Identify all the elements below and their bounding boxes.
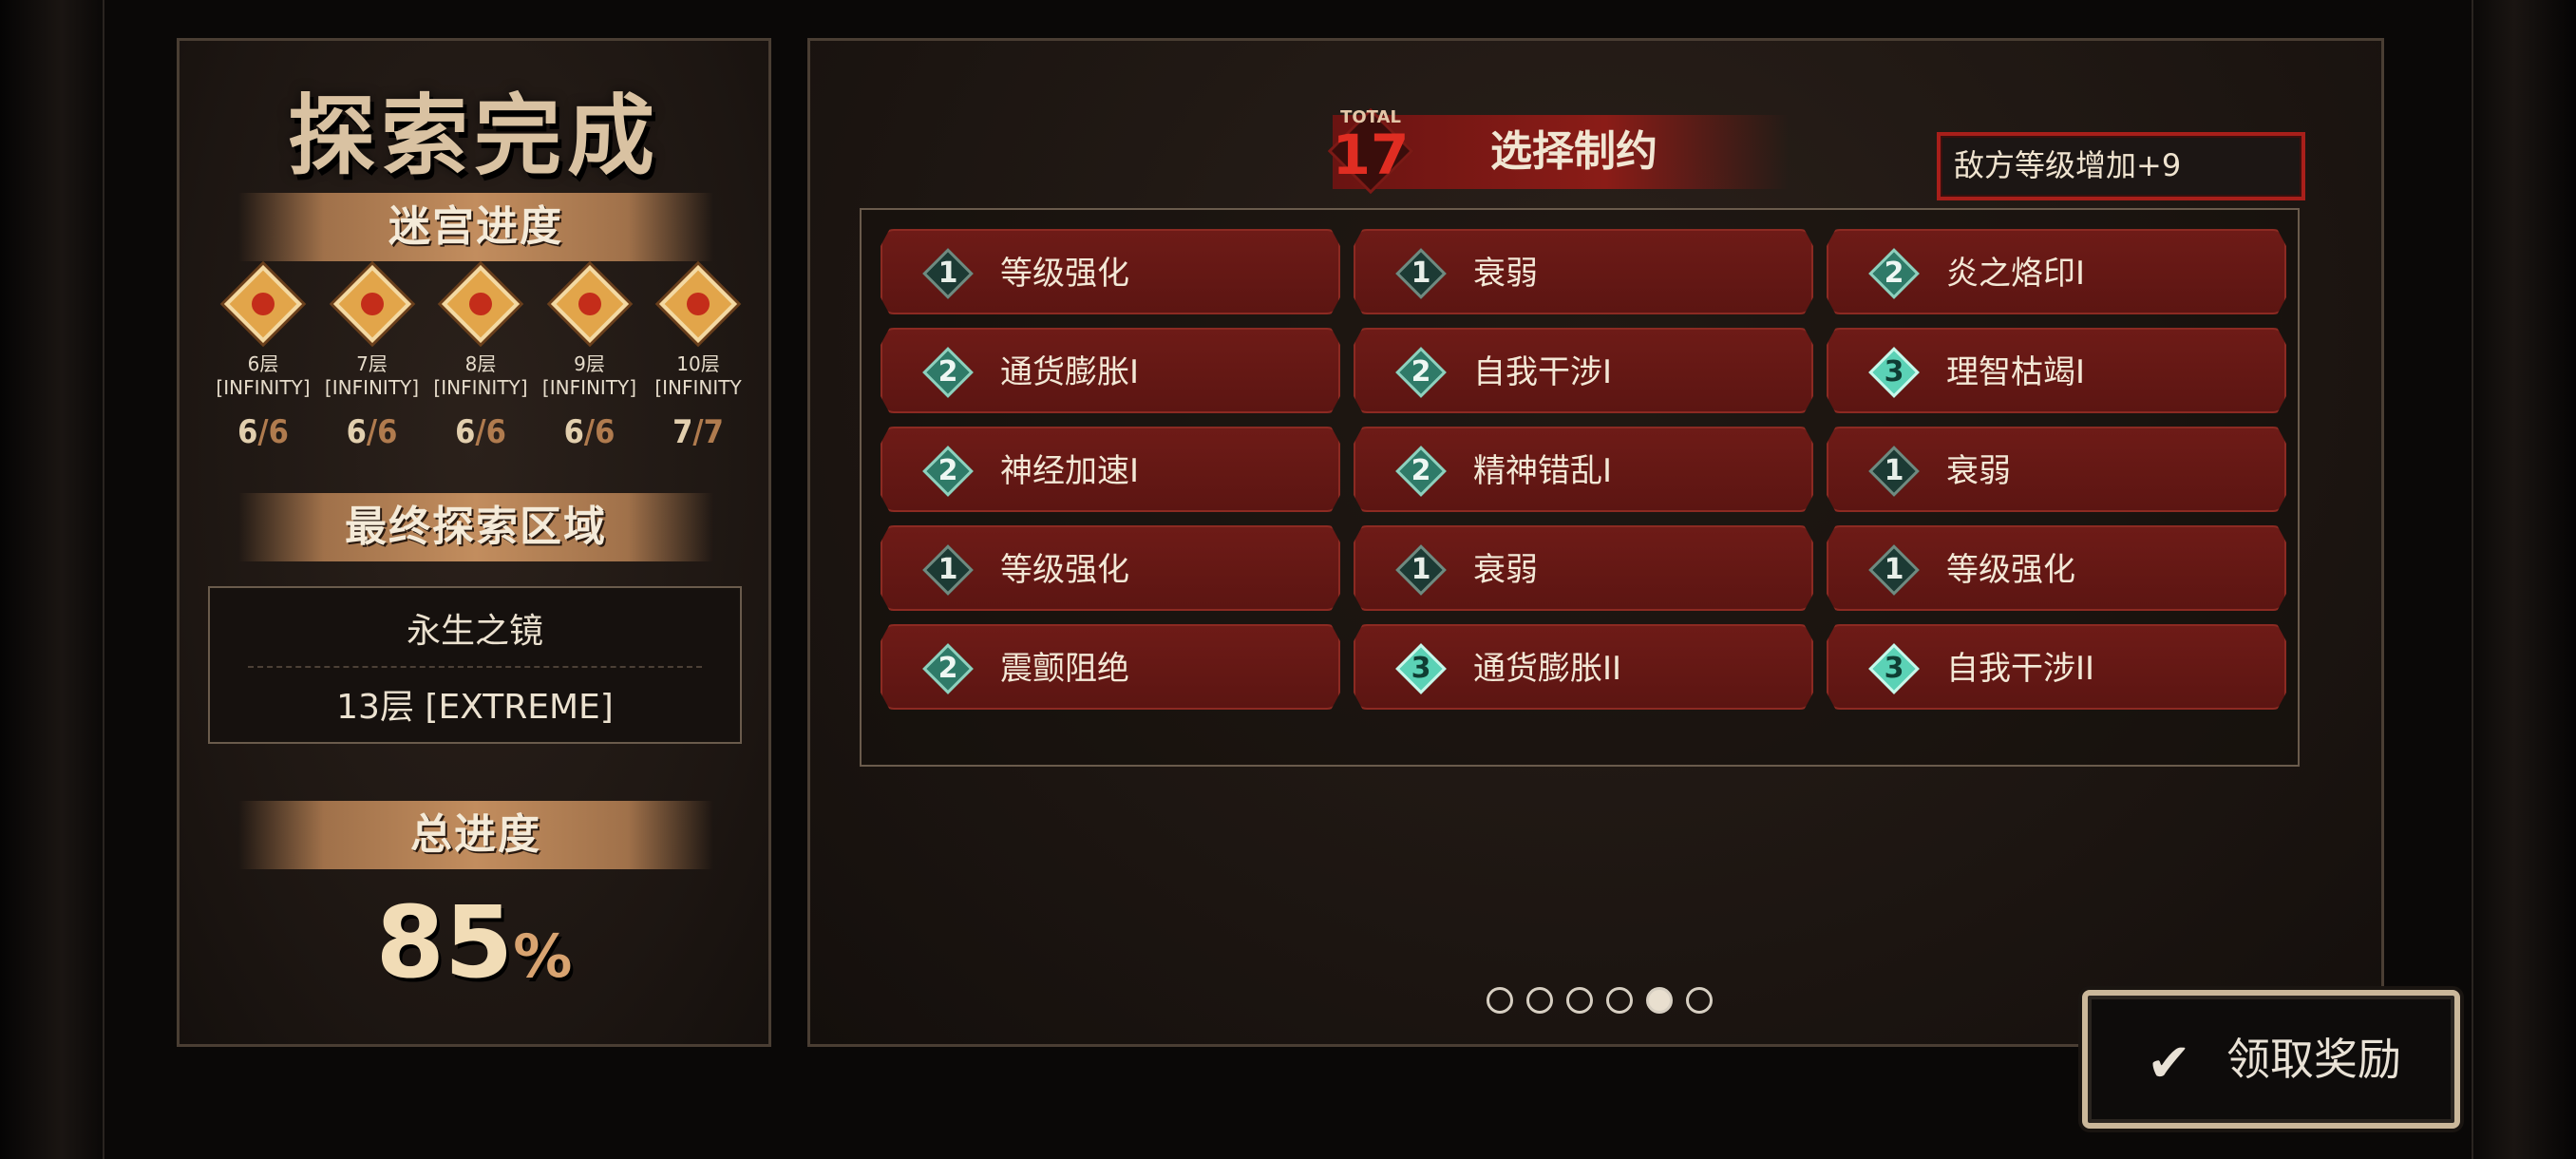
constraint-level-icon: 2 bbox=[922, 446, 974, 497]
constraint-label: 等级强化 bbox=[1000, 551, 1129, 589]
page-dot[interactable] bbox=[1487, 987, 1513, 1014]
floor-difficulty: [INFINITY] bbox=[324, 376, 420, 399]
constraint-level-icon: 1 bbox=[1395, 544, 1447, 596]
claim-reward-button[interactable]: ✔ 领取奖励 bbox=[2082, 990, 2460, 1129]
floor-name: 7层 bbox=[356, 352, 388, 375]
floor-progress-list: 6层 [INFINITY] 6/6 7层 [INFINITY] 6/6 8层 [INF… bbox=[210, 264, 751, 451]
floor-name: 9层 bbox=[574, 352, 605, 375]
constraint-level-icon: 2 bbox=[1395, 347, 1447, 398]
floor-difficulty: [INFINITY] bbox=[216, 376, 311, 399]
floor-medal-icon bbox=[658, 264, 738, 344]
floor-item: 7层 [INFINITY] 6/6 bbox=[319, 264, 426, 451]
page-dot[interactable] bbox=[1566, 987, 1593, 1014]
floor-name: 8层 bbox=[464, 352, 497, 375]
exploration-summary-panel: 探索完成 迷宫进度 6层 [INFINITY] 6/6 7层 [INFINITY] … bbox=[177, 38, 771, 1047]
constraint-label: 自我干涉I bbox=[1473, 353, 1613, 391]
total-value: 17 bbox=[1332, 123, 1410, 187]
total-progress-value: 85% bbox=[375, 884, 573, 1000]
constraint-label: 自我干涉II bbox=[1946, 650, 2095, 688]
constraint-label: 衰弱 bbox=[1946, 452, 2011, 490]
enemy-level-field: 敌方等级增加+9 bbox=[1937, 132, 2305, 200]
divider bbox=[248, 666, 702, 668]
constraint-label: 等级强化 bbox=[1946, 551, 2075, 589]
claim-reward-label: 领取奖励 bbox=[2226, 1034, 2401, 1085]
floor-medal-icon bbox=[223, 264, 303, 344]
constraint-level-icon: 2 bbox=[922, 643, 974, 694]
constraint-card[interactable]: 2 神经加速I bbox=[881, 427, 1340, 512]
constraint-card[interactable]: 3 自我干涉II bbox=[1827, 624, 2286, 710]
constraint-level-icon: 3 bbox=[1868, 347, 1920, 398]
constraint-label: 衰弱 bbox=[1473, 551, 1538, 589]
constraint-level-icon: 3 bbox=[1868, 643, 1920, 694]
constraint-card[interactable]: 1 等级强化 bbox=[881, 525, 1340, 611]
constraint-card[interactable]: 3 通货膨胀II bbox=[1354, 624, 1813, 710]
constraint-level-icon: 1 bbox=[922, 248, 974, 299]
constraint-level-icon: 2 bbox=[1395, 446, 1447, 497]
constraint-card[interactable]: 3 理智枯竭I bbox=[1827, 328, 2286, 413]
constraint-card[interactable]: 2 通货膨胀I bbox=[881, 328, 1340, 413]
floor-medal-icon bbox=[550, 264, 629, 344]
constraint-card[interactable]: 1 衰弱 bbox=[1354, 525, 1813, 611]
floor-score: 6/6 bbox=[455, 413, 506, 451]
constraint-level-icon: 1 bbox=[922, 544, 974, 596]
floor-medal-icon bbox=[332, 264, 411, 344]
floor-score: 6/6 bbox=[346, 413, 398, 451]
constraint-label: 等级强化 bbox=[1000, 255, 1129, 293]
select-title: 选择制约 bbox=[1490, 127, 1657, 176]
constraint-level-icon: 2 bbox=[1868, 248, 1920, 299]
floor-item: 8层 [INFINITY] 6/6 bbox=[427, 264, 534, 451]
floor-difficulty: [INFINITY] bbox=[433, 376, 528, 399]
constraint-label: 震颤阻绝 bbox=[1000, 650, 1129, 688]
page-dot[interactable] bbox=[1686, 987, 1713, 1014]
constraint-label: 通货膨胀II bbox=[1473, 650, 1622, 688]
constraint-card[interactable]: 2 精神错乱I bbox=[1354, 427, 1813, 512]
maze-progress-banner: 迷宫进度 bbox=[238, 193, 713, 261]
final-area-banner: 最终探索区域 bbox=[238, 493, 713, 561]
constraint-level-icon: 3 bbox=[1395, 643, 1447, 694]
constraint-label: 炎之烙印I bbox=[1946, 255, 2086, 293]
page-indicator bbox=[1487, 987, 1713, 1014]
constraint-level-icon: 1 bbox=[1868, 544, 1920, 596]
constraint-level-icon: 1 bbox=[1868, 446, 1920, 497]
floor-score: 6/6 bbox=[563, 413, 616, 451]
constraint-card[interactable]: 2 自我干涉I bbox=[1354, 328, 1813, 413]
floor-name: 6层 bbox=[247, 352, 279, 375]
floor-difficulty: [INFINITY] bbox=[541, 376, 637, 399]
floor-difficulty: [INFINITY bbox=[654, 376, 742, 399]
frame-right-edge bbox=[2472, 0, 2576, 1159]
checkmark-icon: ✔ bbox=[2147, 1033, 2191, 1094]
constraint-card[interactable]: 1 等级强化 bbox=[881, 229, 1340, 314]
floor-item: 9层 [INFINITY] 6/6 bbox=[537, 264, 643, 451]
floor-name: 10层 bbox=[676, 352, 720, 375]
constraint-label: 衰弱 bbox=[1473, 255, 1538, 293]
page-title: 探索完成 bbox=[287, 85, 660, 187]
constraint-card[interactable]: 2 震颤阻绝 bbox=[881, 624, 1340, 710]
floor-score: 7/7 bbox=[672, 413, 724, 451]
constraint-label: 精神错乱I bbox=[1473, 452, 1613, 490]
constraint-card[interactable]: 1 等级强化 bbox=[1827, 525, 2286, 611]
constraint-label: 理智枯竭I bbox=[1946, 353, 2086, 391]
floor-medal-icon bbox=[441, 264, 521, 344]
constraint-label: 神经加速I bbox=[1000, 452, 1140, 490]
frame-left-edge bbox=[0, 0, 104, 1159]
final-area-name: 永生之镜 bbox=[406, 612, 543, 651]
page-dot[interactable] bbox=[1526, 987, 1553, 1014]
final-area-floor: 13层 [EXTREME] bbox=[336, 688, 614, 727]
total-badge: TOTAL 17 bbox=[1323, 104, 1418, 199]
constraint-label: 通货膨胀I bbox=[1000, 353, 1140, 391]
constraint-level-icon: 2 bbox=[922, 347, 974, 398]
final-area-box: 永生之镜 13层 [EXTREME] bbox=[208, 586, 742, 744]
floor-score: 6/6 bbox=[237, 413, 289, 451]
constraint-grid: 1 等级强化 1 衰弱 2 炎之烙印I 2 通货膨胀I 2 自我干涉I 3 理智枯竭I 2 神经加速I 2 精… bbox=[860, 208, 2300, 767]
floor-item: 10层 [INFINITY 7/7 bbox=[645, 264, 751, 451]
constraint-level-icon: 1 bbox=[1395, 248, 1447, 299]
floor-item: 6层 [INFINITY] 6/6 bbox=[210, 264, 316, 451]
constraint-selection-panel: TOTAL 17 选择制约 敌方等级增加+9 1 等级强化 1 衰弱 2 炎之烙印I 2 通货… bbox=[807, 38, 2384, 1047]
page-dot[interactable] bbox=[1606, 987, 1633, 1014]
page-dot-active[interactable] bbox=[1646, 987, 1673, 1014]
constraint-card[interactable]: 1 衰弱 bbox=[1354, 229, 1813, 314]
constraint-card[interactable]: 2 炎之烙印I bbox=[1827, 229, 2286, 314]
total-progress-banner: 总进度 bbox=[238, 801, 713, 869]
constraint-card[interactable]: 1 衰弱 bbox=[1827, 427, 2286, 512]
